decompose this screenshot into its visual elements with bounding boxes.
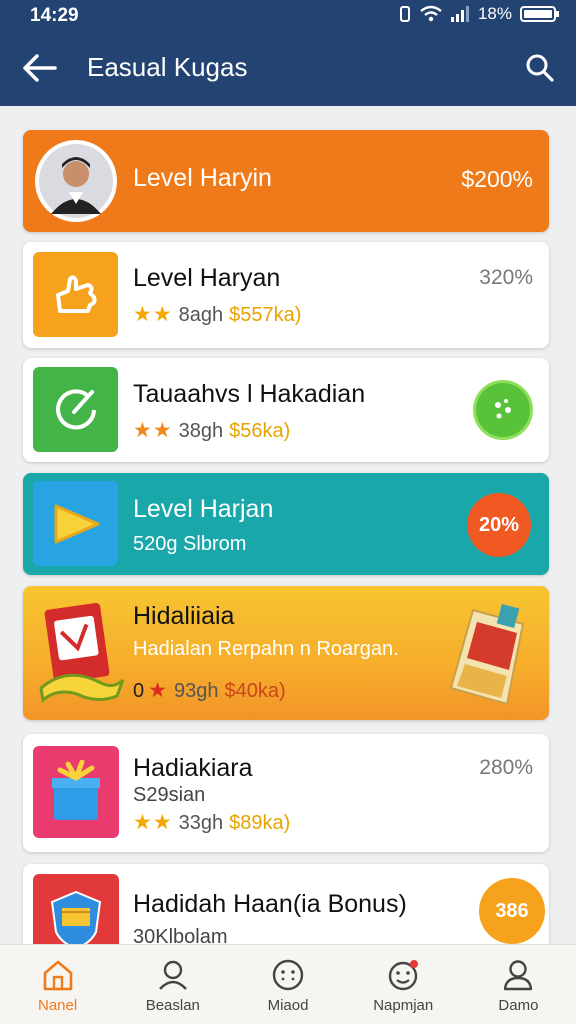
card-title: Level Haryan xyxy=(133,264,281,292)
avatar xyxy=(35,140,117,222)
discount-badge: 20% xyxy=(467,493,531,557)
rating-stars: ★★ xyxy=(133,303,173,326)
card-title: Level Haryin xyxy=(133,164,272,192)
status-icons: 18% xyxy=(398,4,560,24)
battery-icon xyxy=(520,6,559,22)
search-icon xyxy=(526,54,554,82)
list-item[interactable]: Level Haryan ★★ 8agh $557ka) 320% xyxy=(23,242,549,348)
price: $89ka) xyxy=(229,812,291,834)
card-icon-tile xyxy=(33,481,118,566)
price: $56ka) xyxy=(229,420,291,442)
list-item[interactable]: Hadiakiara S29sian ★★ 33gh $89ka) 280% xyxy=(23,734,549,852)
status-badge-icon xyxy=(473,380,533,440)
gift-card-icon xyxy=(37,600,127,704)
card-title: Hadidah Haan(ia Bonus) xyxy=(133,890,407,918)
price: $40ka) xyxy=(224,680,286,702)
back-arrow-icon xyxy=(23,54,57,82)
rating-stars: ★ xyxy=(148,679,168,702)
snack-bag-icon xyxy=(443,600,533,710)
app-bar: Easual Kugas xyxy=(0,30,576,106)
card-subtitle: 520g Slbrom xyxy=(133,533,247,555)
card-value: $200% xyxy=(461,166,533,192)
hand-icon xyxy=(55,274,96,313)
card-icon-tile xyxy=(33,367,118,452)
nav-item-4[interactable]: Napmjan xyxy=(346,945,461,1024)
meta-text: 93gh xyxy=(173,680,219,702)
nav-item-5[interactable]: Damo xyxy=(461,945,576,1024)
bonus-badge: 386 xyxy=(479,878,545,944)
nav-label: Napmjan xyxy=(373,997,434,1014)
list-item[interactable]: Hidaliiaia Hadialan Rerpahn n Roargan. 0… xyxy=(23,586,549,720)
smile-icon xyxy=(389,960,419,991)
card-icon-tile xyxy=(33,874,119,944)
signal-icon xyxy=(450,6,469,22)
card-subtitle: 30Klbolam xyxy=(133,926,228,944)
nav-label: Beaslan xyxy=(145,997,200,1014)
status-time: 14:29 xyxy=(30,5,79,26)
nav-label: Nanel xyxy=(38,997,78,1014)
rating-stars: ★★ xyxy=(133,419,173,442)
meta-prefix: 0 xyxy=(133,680,145,702)
rating-stars: ★★ xyxy=(133,811,173,834)
user-group-icon xyxy=(158,960,187,990)
status-bar: 14:29 18% xyxy=(0,0,576,30)
bottom-nav: Nanel Beaslan Miaod Napmjan Damo xyxy=(0,944,576,1024)
price: $557ka) xyxy=(229,304,302,326)
search-button[interactable] xyxy=(520,48,560,88)
vibrate-icon xyxy=(399,6,410,22)
home-icon xyxy=(43,960,72,991)
meta-text: 8agh xyxy=(178,304,224,326)
emoji-icon xyxy=(272,959,304,991)
card-icon-tile xyxy=(33,746,119,838)
battery-percent: 18% xyxy=(477,4,512,23)
back-button[interactable] xyxy=(18,48,62,88)
card-meta: 0 ★ 93gh $40ka) xyxy=(133,678,286,703)
card-subtitle: Hadialan Rerpahn n Roargan. xyxy=(133,638,399,660)
card-meta: ★★ 33gh $89ka) xyxy=(133,810,290,835)
card-subtitle: S29sian xyxy=(133,784,206,806)
meta-text: 38gh xyxy=(178,420,224,442)
gift-box-icon xyxy=(52,760,100,820)
check-circle-icon xyxy=(55,388,96,429)
play-arrow-icon xyxy=(54,504,99,543)
nav-label: Damo xyxy=(498,997,539,1014)
nav-label: Miaod xyxy=(267,997,309,1014)
nav-item-2[interactable]: Beaslan xyxy=(115,945,230,1024)
meta-text: 33gh xyxy=(178,812,224,834)
page-title: Easual Kugas xyxy=(87,52,248,82)
list-item[interactable]: Tauaahvs l Hakadian ★★ 38gh $56ka) xyxy=(23,358,549,462)
card-title: Hadiakiara xyxy=(133,754,253,782)
profile-icon xyxy=(504,960,533,991)
card-value: 320% xyxy=(479,266,533,289)
nav-item-3[interactable]: Miaod xyxy=(230,945,345,1024)
list-item[interactable]: Hadidah Haan(ia Bonus) 30Klbolam 386 xyxy=(23,864,549,944)
card-title: Hidaliiaia xyxy=(133,602,235,630)
shield-gift-icon xyxy=(50,890,102,944)
reward-list: Level Haryin $200% Level Haryan ★★ 8agh $5… xyxy=(0,106,576,944)
card-title: Tauaahvs l Hakadian xyxy=(133,380,366,408)
list-item[interactable]: Level Haryin $200% xyxy=(23,130,549,232)
card-meta: ★★ 8agh $557ka) xyxy=(133,302,301,327)
wifi-icon xyxy=(420,5,442,22)
card-value: 280% xyxy=(479,756,533,779)
card-meta: ★★ 38gh $56ka) xyxy=(133,418,290,443)
card-icon-tile xyxy=(33,252,118,337)
list-item[interactable]: Level Harjan 520g Slbrom 20% xyxy=(23,473,549,575)
card-title: Level Harjan xyxy=(133,495,274,523)
nav-item-home[interactable]: Nanel xyxy=(0,945,115,1024)
